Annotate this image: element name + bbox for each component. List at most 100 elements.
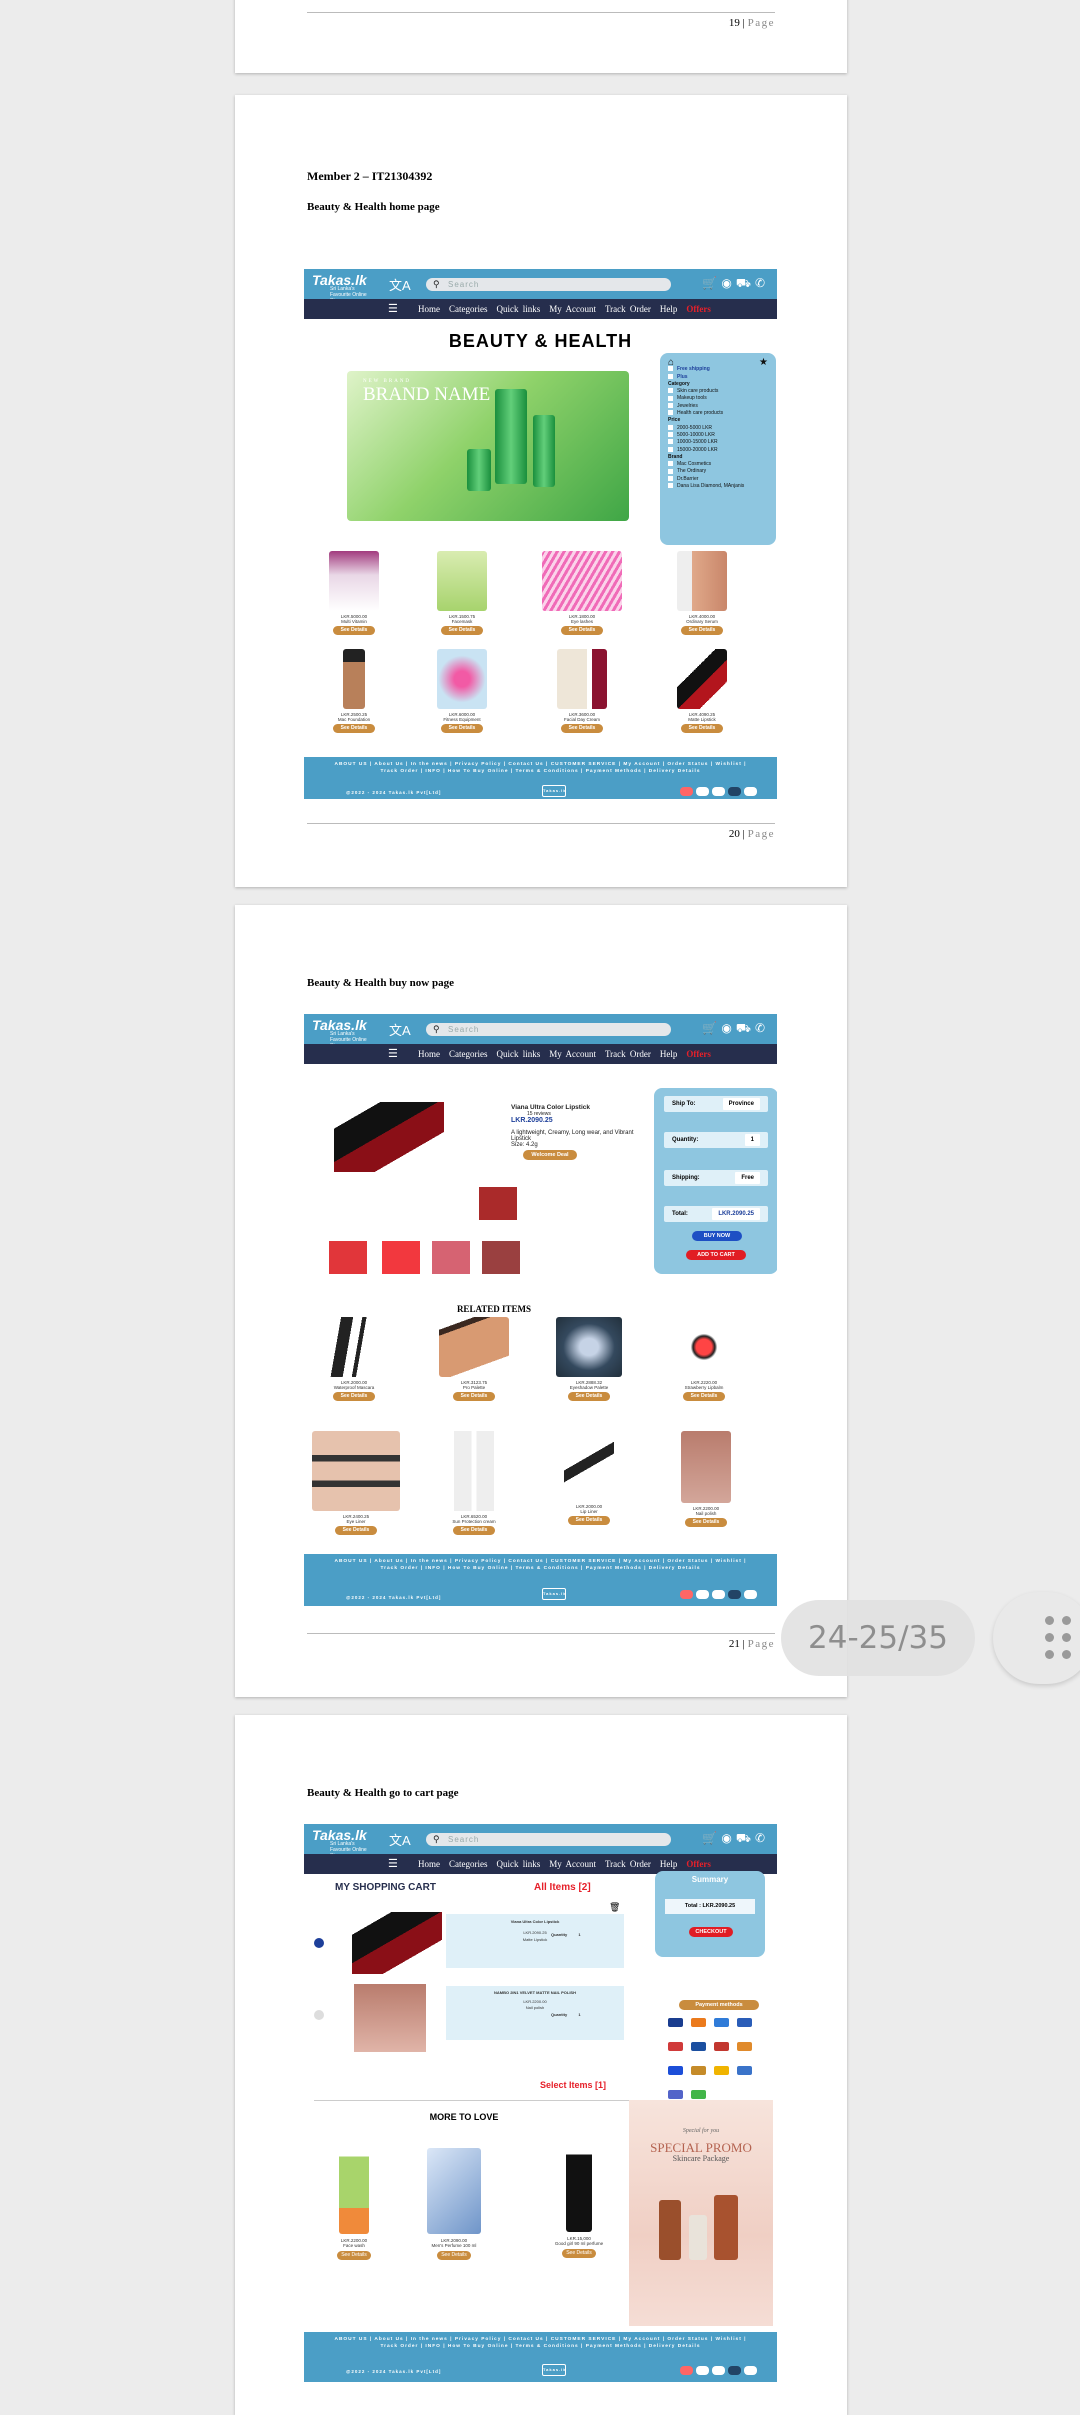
nav-categories[interactable]: Categories — [449, 1859, 488, 1869]
buy-now-button[interactable]: BUY NOW — [692, 1231, 742, 1241]
nav-help[interactable]: Help — [660, 1859, 678, 1869]
product-card[interactable]: LKR.2400.25 Eye Liner See Details — [312, 1431, 400, 1535]
see-details-button[interactable]: See Details — [685, 1518, 727, 1527]
nav-track-order[interactable]: Track Order — [605, 304, 651, 314]
header-icons[interactable]: 🛒◉⛟✆ — [702, 276, 769, 292]
swatch[interactable] — [482, 1241, 520, 1274]
product-card[interactable]: LKR.5000.00 Multi Vitamin See Details — [324, 551, 384, 635]
account-icon: ◉ — [721, 1831, 736, 1845]
nav-help[interactable]: Help — [660, 1049, 678, 1059]
footer-copyright: @2022 - 2024 Takas.lk Pvt[Ltd] — [346, 2369, 442, 2374]
star-icon[interactable]: ★ — [759, 357, 768, 367]
see-details-button[interactable]: See Details — [335, 1526, 377, 1535]
search-input[interactable]: ⚲ Search — [426, 1023, 671, 1036]
nav-home[interactable]: Home — [418, 1049, 440, 1059]
nav-my-account[interactable]: My Account — [549, 1049, 596, 1059]
nav-bar: ☰ Home Categories Quick links My Account Tra… — [304, 1044, 777, 1064]
product-card[interactable]: LKR.3600.00 Facial Day Cream See Details — [552, 649, 612, 733]
see-details-button[interactable]: See Details — [561, 724, 603, 733]
product-card[interactable]: LKR.2090.00 Men's Perfume 100 ml See Detai… — [419, 2148, 489, 2260]
swatch[interactable] — [329, 1241, 367, 1274]
select-radio[interactable] — [314, 1938, 324, 1948]
nav-my-account[interactable]: My Account — [549, 1859, 596, 1869]
translate-icon[interactable]: 文A — [389, 1830, 411, 1849]
grid-view-button[interactable] — [993, 1592, 1080, 1684]
brand-banner[interactable]: NEW BRAND BRAND NAME — [347, 371, 629, 521]
menu-icon[interactable]: ☰ — [388, 299, 398, 319]
swatch-selected[interactable] — [479, 1187, 517, 1220]
checkout-button[interactable]: CHECKOUT — [689, 1927, 733, 1937]
product-card[interactable]: LKR.2200.00 Face wash See Details — [319, 2148, 389, 2260]
special-promo-banner[interactable]: Special for you SPECIAL PROMO Skincare Pac… — [629, 2100, 773, 2326]
menu-icon[interactable]: ☰ — [388, 1854, 398, 1874]
footer-links[interactable]: ABOUT US | About Us | In the news | Priv… — [334, 761, 747, 775]
product-card[interactable]: LKR.1800.00 Eye lashes See Details — [542, 551, 622, 635]
site-logo[interactable]: Takas.lkSri Lanka's Favourite Online Sto… — [312, 1017, 374, 1049]
product-card[interactable]: LKR.4090.25 Matte Lipstick See Details — [672, 649, 732, 733]
see-details-button[interactable]: See Details — [683, 1392, 725, 1401]
see-details-button[interactable]: See Details — [568, 1392, 610, 1401]
select-radio[interactable] — [314, 2010, 324, 2020]
search-input[interactable]: ⚲ Search — [426, 278, 671, 291]
header-icons[interactable]: 🛒◉⛟✆ — [702, 1021, 769, 1037]
product-card[interactable]: LKR.2000.00 Lip Liner See Details — [559, 1431, 619, 1525]
swatch[interactable] — [432, 1241, 470, 1274]
product-card[interactable]: LKR.6520.00 Sun Protection cream See Detai… — [444, 1431, 504, 1535]
site-logo[interactable]: Takas.lkSri Lanka's Favourite Online Sto… — [312, 272, 374, 304]
nav-offers[interactable]: Offers — [686, 1859, 711, 1869]
see-details-button[interactable]: See Details — [441, 724, 483, 733]
nav-track-order[interactable]: Track Order — [605, 1049, 651, 1059]
swatch[interactable] — [382, 1241, 420, 1274]
product-card[interactable]: LKR.2220.00 Strawberry Lipbalm See Details — [674, 1317, 734, 1401]
site-logo[interactable]: Takas.lkSri Lanka's Favourite Online Sto… — [312, 1827, 374, 1859]
nav-track-order[interactable]: Track Order — [605, 1859, 651, 1869]
product-card[interactable]: LKR.1500.75 Facemask See Details — [432, 551, 492, 635]
quantity-stepper[interactable]: 1 — [578, 1932, 580, 1937]
menu-icon[interactable]: ☰ — [388, 1044, 398, 1064]
nav-quick-links[interactable]: Quick links — [497, 1049, 541, 1059]
see-details-button[interactable]: See Details — [437, 2251, 471, 2260]
product-card[interactable]: LKR.3123.75 Pro Palette See Details — [439, 1317, 509, 1401]
see-details-button[interactable]: See Details — [441, 626, 483, 635]
product-card[interactable]: LKR.4000.00 Ordinary Serum See Details — [672, 551, 732, 635]
product-card[interactable]: LKR.2000.00 Waterproof Mascara See Details — [324, 1317, 384, 1401]
nav-quick-links[interactable]: Quick links — [497, 1859, 541, 1869]
nav-my-account[interactable]: My Account — [549, 304, 596, 314]
see-details-button[interactable]: See Details — [562, 2249, 596, 2258]
footer-links[interactable]: ABOUT US | About Us | In the news | Priv… — [334, 2336, 747, 2350]
product-card[interactable]: LKR.2888.32 Eyeshadow Palette See Details — [556, 1317, 622, 1401]
quantity-input[interactable]: 1 — [744, 1134, 760, 1146]
nav-categories[interactable]: Categories — [449, 1049, 488, 1059]
nav-home[interactable]: Home — [418, 1859, 440, 1869]
nav-categories[interactable]: Categories — [449, 304, 488, 314]
see-details-button[interactable]: See Details — [333, 1392, 375, 1401]
product-card[interactable]: LKR.6000.00 Fitness Equipment See Details — [432, 649, 492, 733]
search-input[interactable]: ⚲ Search — [426, 1833, 671, 1846]
product-card[interactable]: LKR.2500.25 Mac Foundation See Details — [324, 649, 384, 733]
nav-help[interactable]: Help — [660, 304, 678, 314]
product-card[interactable]: LKR.2200.00 Nail polish See Details — [676, 1431, 736, 1527]
nav-offers[interactable]: Offers — [686, 1049, 711, 1059]
footer-links[interactable]: ABOUT US | About Us | In the news | Priv… — [334, 1558, 747, 1572]
nav-home[interactable]: Home — [418, 304, 440, 314]
see-details-button[interactable]: See Details — [681, 626, 723, 635]
see-details-button[interactable]: See Details — [681, 724, 723, 733]
see-details-button[interactable]: See Details — [568, 1516, 610, 1525]
header-icons[interactable]: 🛒◉⛟✆ — [702, 1831, 769, 1847]
nav-quick-links[interactable]: Quick links — [497, 304, 541, 314]
translate-icon[interactable]: 文A — [389, 275, 411, 294]
see-details-button[interactable]: See Details — [333, 724, 375, 733]
province-select[interactable]: Province — [722, 1098, 760, 1110]
quantity-stepper[interactable]: 1 — [578, 2012, 580, 2017]
payment-methods: Payment methods — [664, 2000, 774, 2100]
nav-offers[interactable]: Offers — [686, 304, 711, 314]
see-details-button[interactable]: See Details — [453, 1526, 495, 1535]
translate-icon[interactable]: 文A — [389, 1020, 411, 1039]
payment-icons — [677, 1590, 757, 1599]
add-to-cart-button[interactable]: ADD TO CART — [686, 1250, 746, 1260]
see-details-button[interactable]: See Details — [453, 1392, 495, 1401]
see-details-button[interactable]: See Details — [337, 2251, 371, 2260]
product-card[interactable]: LKR.15,000 Good girl 90 ml perfume See Det… — [544, 2146, 614, 2258]
see-details-button[interactable]: See Details — [561, 626, 603, 635]
see-details-button[interactable]: See Details — [333, 626, 375, 635]
